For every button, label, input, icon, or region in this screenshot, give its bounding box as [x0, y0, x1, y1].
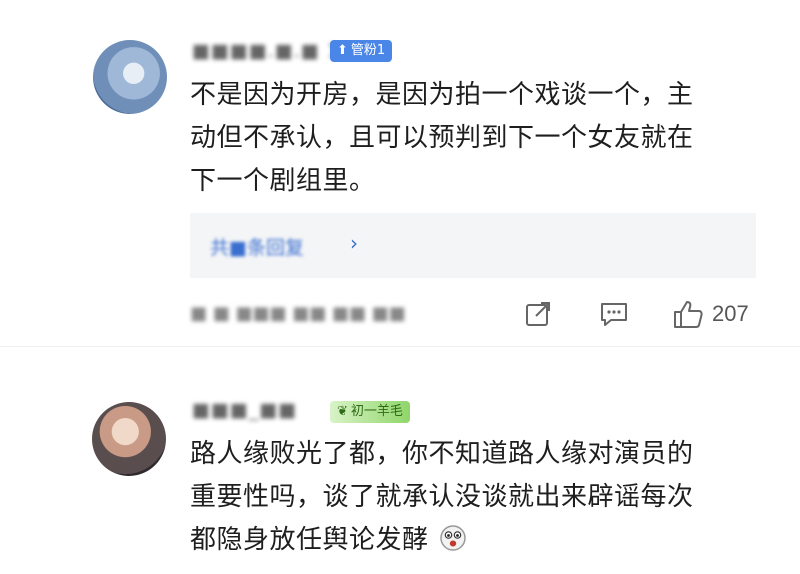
comment-line: 下一个剧组里。: [190, 166, 376, 196]
reply-count-link[interactable]: 共■条回复: [210, 233, 304, 260]
share-icon: [526, 302, 550, 326]
chevron-right-icon: ›: [350, 231, 358, 255]
thumbs-up-icon: [674, 301, 703, 328]
comment-line-wrap: 都隐身放任舆论发酵: [190, 519, 770, 562]
comment-line: 动但不承认，且可以预判到下一个女友就在: [190, 123, 694, 153]
wheat-icon: ❦: [337, 404, 348, 419]
fan-badge: ⬆ 管粉1: [330, 40, 393, 62]
like-count: 207: [712, 301, 749, 326]
badge-label: 初一羊毛: [350, 404, 403, 419]
fan-badge: ❦ 初一羊毛: [330, 401, 410, 423]
username[interactable]: ■■■■.■.■ 1: [192, 40, 340, 64]
reply-button[interactable]: [599, 298, 629, 330]
comment-line: 路人缘败光了都，你不知道路人缘对演员的: [190, 439, 694, 469]
comment-text: 不是因为开房，是因为拍一个戏谈一个，主 动但不承认，且可以预判到下一个女友就在 …: [190, 74, 770, 203]
up-arrow-icon: ⬆: [337, 43, 348, 58]
comment-icon: [601, 303, 627, 326]
username[interactable]: ■■■_■■: [192, 399, 297, 423]
avatar[interactable]: [93, 40, 167, 114]
comment-card: ■■■■.■.■ 1 ⬆ 管粉1 不是因为开房，是因为拍一个戏谈一个，主 动但不…: [0, 0, 800, 346]
avatar[interactable]: [92, 402, 166, 476]
reply-preview[interactable]: 共■条回复 ›: [190, 213, 756, 278]
comment-meta: ■ ■ ■■■ ■■ ■■ ■■: [190, 303, 406, 324]
comment-line: 不是因为开房，是因为拍一个戏谈一个，主: [190, 80, 694, 110]
like-button[interactable]: 207: [672, 298, 749, 330]
comment-line: 都隐身放任舆论发酵: [190, 525, 429, 555]
comment-line: 重要性吗，谈了就承认没谈就出来辟谣每次: [190, 482, 694, 512]
comment-text: 路人缘败光了都，你不知道路人缘对演员的 重要性吗，谈了就承认没谈就出来辟谣每次 …: [190, 433, 770, 562]
surprised-face-icon: [440, 525, 467, 551]
comment-card: ■■■_■■ ❦ 初一羊毛 路人缘败光了都，你不知道路人缘对演员的 重要性吗，谈…: [0, 347, 800, 574]
badge-label: 管粉1: [350, 43, 386, 58]
share-button[interactable]: [524, 298, 552, 330]
